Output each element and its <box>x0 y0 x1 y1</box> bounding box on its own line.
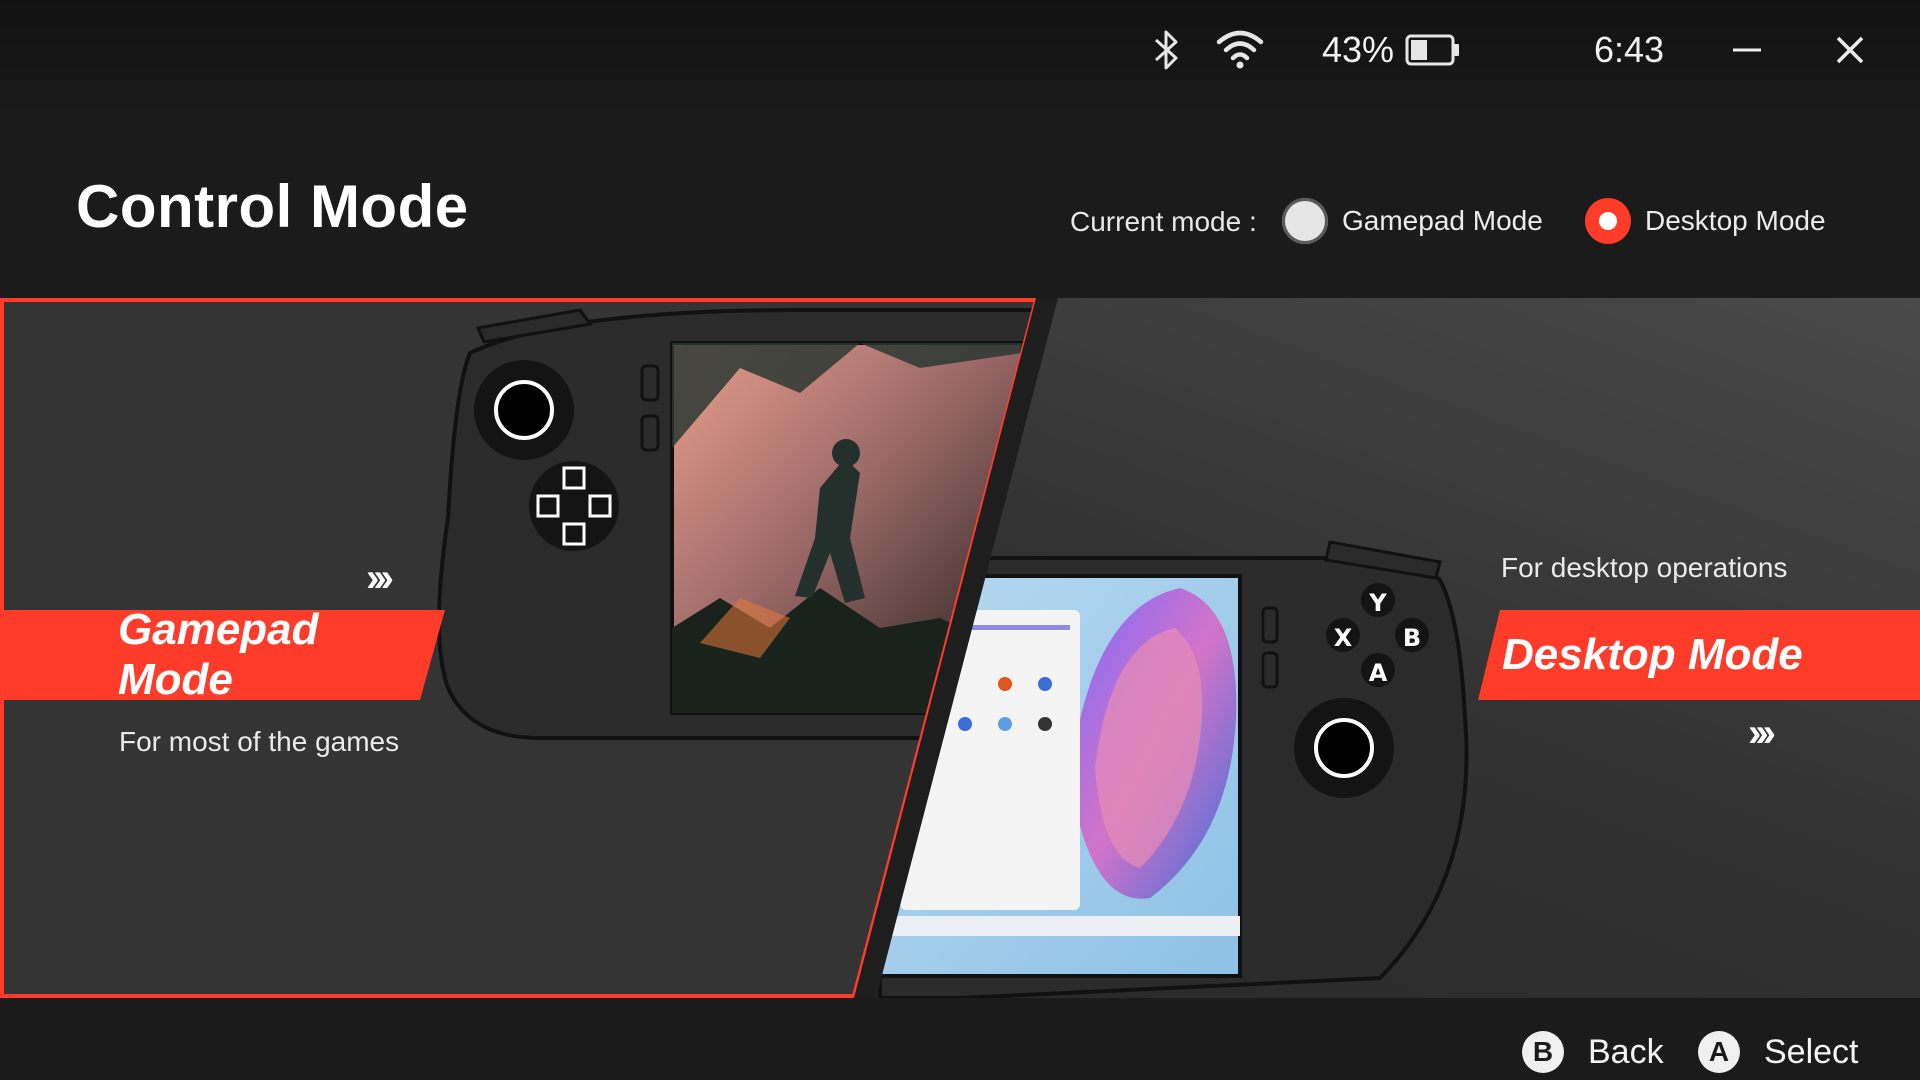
radio-desktop-label: Desktop Mode <box>1645 205 1826 236</box>
mode-selection-panel: Y B A X ››› Gamepad Mode For most of the… <box>0 298 1920 998</box>
gamepad-mode-description: For most of the games <box>119 726 400 757</box>
close-icon <box>1836 36 1864 64</box>
status-bar: 43% 6:43 <box>0 0 1920 110</box>
minimize-icon <box>1733 48 1761 52</box>
wifi-icon <box>1215 20 1265 80</box>
y-button-glyph: Y <box>1368 589 1387 617</box>
select-label: Select <box>1764 1032 1859 1071</box>
x-button-glyph: X <box>1334 624 1353 652</box>
battery-percent: 43% <box>1322 29 1395 70</box>
back-label: Back <box>1588 1032 1664 1071</box>
close-button[interactable] <box>1825 20 1875 80</box>
gamepad-chevrons-icon: ››› <box>366 556 394 600</box>
radio-desktop-mode[interactable]: Desktop Mode <box>1585 196 1826 246</box>
radio-selected-icon <box>1585 198 1631 244</box>
a-button-glyph: A <box>1369 659 1388 687</box>
desktop-mode-card[interactable]: Desktop Mode <box>1478 610 1920 700</box>
back-hint[interactable]: B Back <box>1522 1028 1664 1076</box>
page-title: Control Mode <box>76 173 469 240</box>
radio-unselected-icon <box>1282 198 1328 244</box>
desktop-mode-description: For desktop operations <box>1501 552 1788 583</box>
clock: 6:43 <box>1594 29 1665 70</box>
bluetooth-icon <box>1150 20 1184 80</box>
minimize-button[interactable] <box>1722 20 1772 80</box>
radio-gamepad-label: Gamepad Mode <box>1342 205 1543 236</box>
desktop-mode-title: Desktop Mode <box>1502 630 1803 679</box>
a-button-icon: A <box>1698 1031 1740 1073</box>
gamepad-mode-card[interactable]: Gamepad Mode <box>0 605 445 704</box>
battery-icon <box>1405 20 1461 80</box>
radio-gamepad-mode[interactable]: Gamepad Mode <box>1282 196 1543 246</box>
desktop-chevrons-icon: ››› <box>1748 711 1776 755</box>
b-button-icon: B <box>1522 1031 1564 1073</box>
gamepad-mode-title: Gamepad Mode <box>118 605 319 704</box>
current-mode-label: Current mode : <box>1070 206 1257 237</box>
select-hint[interactable]: A Select <box>1698 1028 1859 1076</box>
b-button-glyph: B <box>1403 624 1421 652</box>
